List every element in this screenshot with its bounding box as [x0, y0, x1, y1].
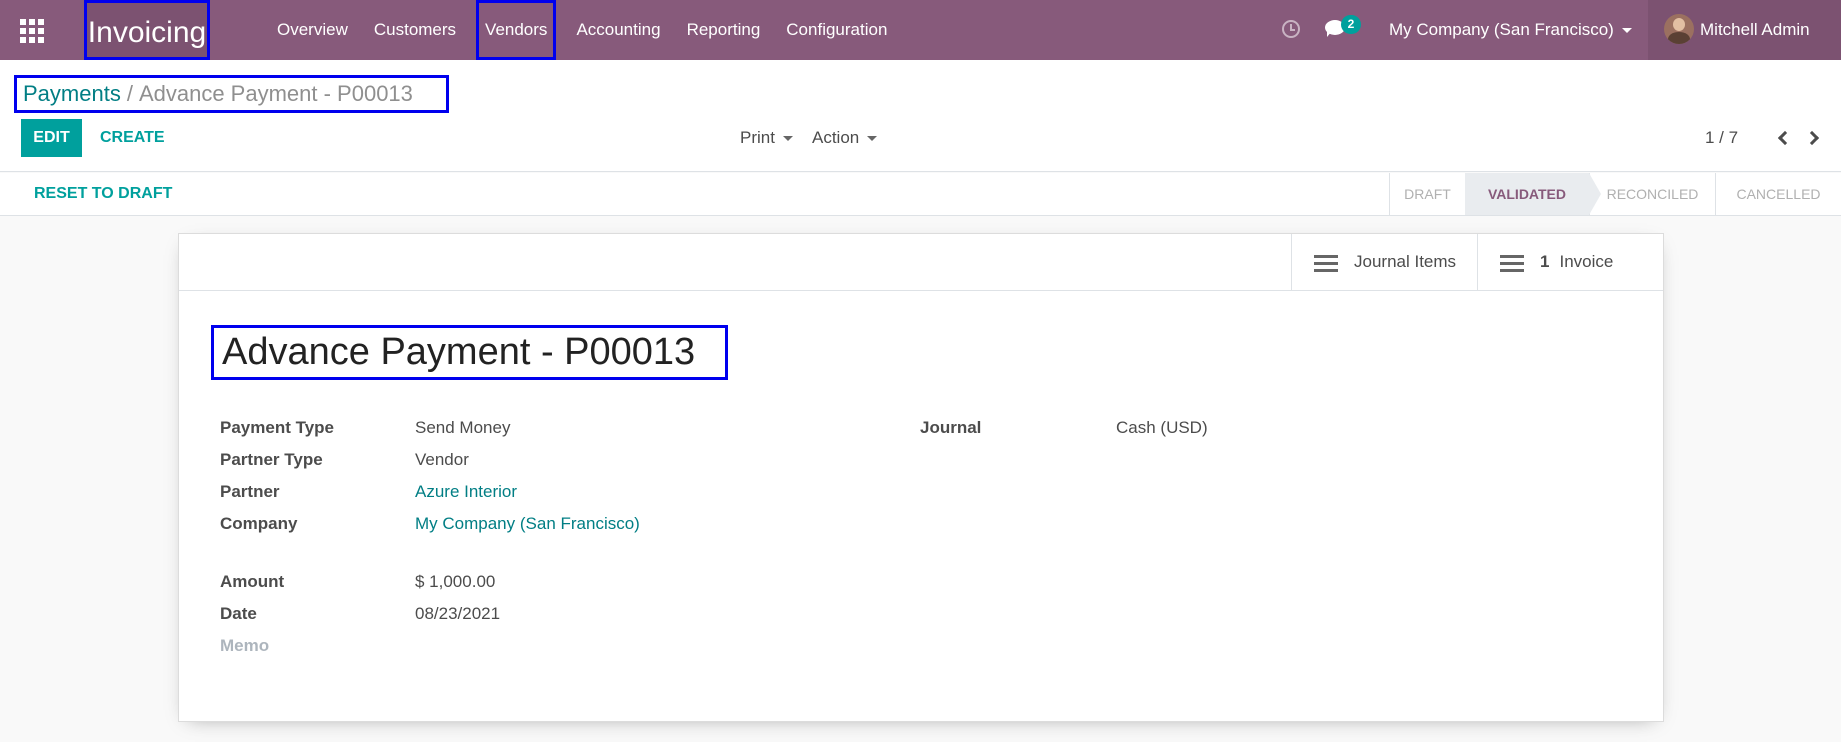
partner-type-value: Vendor — [415, 450, 469, 469]
apps-menu-icon[interactable] — [20, 19, 44, 43]
messages-count-badge: 2 — [1341, 15, 1361, 34]
company-link[interactable]: My Company (San Francisco) — [415, 514, 640, 534]
app-brand[interactable]: Invoicing — [84, 0, 210, 60]
action-dropdown[interactable]: Action — [812, 119, 878, 157]
edit-button[interactable]: EDIT — [21, 119, 82, 157]
breadcrumb-separator: / — [126, 81, 133, 106]
record-title: Advance Payment - P00013 — [211, 325, 728, 380]
journal-items-button[interactable]: Journal Items — [1291, 234, 1477, 290]
menu-reporting[interactable]: Reporting — [674, 0, 774, 60]
partner-label: Partner — [220, 482, 280, 501]
create-button[interactable]: CREATE — [100, 119, 165, 157]
status-stages: DRAFT VALIDATED RECONCILED CANCELLED — [1389, 173, 1841, 215]
menu-customers[interactable]: Customers — [361, 0, 469, 60]
smart-button-box: Journal Items 1 Invoice — [179, 234, 1663, 291]
stage-validated-label: VALIDATED — [1487, 186, 1567, 202]
print-dropdown[interactable]: Print — [740, 119, 793, 157]
menu-overview[interactable]: Overview — [264, 0, 361, 60]
stage-reconciled[interactable]: RECONCILED — [1589, 173, 1715, 215]
chevron-down-icon — [867, 136, 878, 142]
date-label: Date — [220, 604, 257, 623]
journal-value: Cash (USD) — [1116, 418, 1208, 437]
menu-configuration[interactable]: Configuration — [773, 0, 900, 60]
chevron-down-icon — [782, 136, 793, 142]
payment-type-value: Send Money — [415, 418, 511, 437]
company-label: Company — [220, 514, 298, 533]
print-label: Print — [740, 128, 775, 147]
breadcrumb: Payments / Advance Payment - P00013 — [14, 75, 449, 113]
invoice-button[interactable]: 1 Invoice — [1477, 234, 1663, 290]
activity-clock-icon[interactable] — [1282, 20, 1300, 38]
stage-validated[interactable]: VALIDATED — [1465, 173, 1601, 215]
status-bar: RESET TO DRAFT DRAFT VALIDATED RECONCILE… — [0, 173, 1841, 216]
amount-value: $ 1,000.00 — [415, 572, 496, 591]
invoice-label: Invoice — [1559, 252, 1614, 271]
avatar — [1664, 14, 1694, 44]
action-label: Action — [812, 128, 860, 147]
stage-draft[interactable]: DRAFT — [1389, 173, 1465, 215]
chevron-down-icon — [1621, 28, 1632, 34]
menu-accounting[interactable]: Accounting — [563, 0, 673, 60]
amount-label: Amount — [220, 572, 285, 591]
invoice-count: 1 — [1540, 252, 1550, 271]
form-sheet: Journal Items 1 Invoice Advance Payment -… — [178, 233, 1664, 722]
memo-label: Memo — [220, 636, 270, 655]
breadcrumb-current: Advance Payment - P00013 — [138, 81, 413, 106]
main-menu: Overview Customers Vendors Accounting Re… — [264, 0, 900, 60]
top-navbar: Invoicing Overview Customers Vendors Acc… — [0, 0, 1841, 60]
reset-to-draft-button[interactable]: RESET TO DRAFT — [34, 173, 172, 215]
list-icon — [1314, 255, 1338, 273]
menu-vendors[interactable]: Vendors — [476, 0, 557, 60]
partner-link[interactable]: Azure Interior — [415, 482, 517, 502]
partner-type-label: Partner Type — [220, 450, 323, 469]
stage-cancelled[interactable]: CANCELLED — [1715, 173, 1841, 215]
stage-arrow-icon — [1589, 173, 1601, 215]
user-name: Mitchell Admin — [1700, 20, 1810, 39]
company-name: My Company (San Francisco) — [1389, 20, 1614, 39]
company-switcher[interactable]: My Company (San Francisco) — [1389, 0, 1632, 60]
journal-label: Journal — [920, 418, 982, 437]
journal-items-label: Journal Items — [1354, 252, 1457, 271]
payment-type-label: Payment Type — [220, 418, 335, 437]
user-menu[interactable]: Mitchell Admin — [1648, 0, 1841, 60]
pager-value[interactable]: 1 / 7 — [1705, 119, 1738, 157]
list-icon — [1500, 255, 1524, 273]
date-value: 08/23/2021 — [415, 604, 501, 623]
breadcrumb-payments-link[interactable]: Payments — [23, 81, 121, 106]
